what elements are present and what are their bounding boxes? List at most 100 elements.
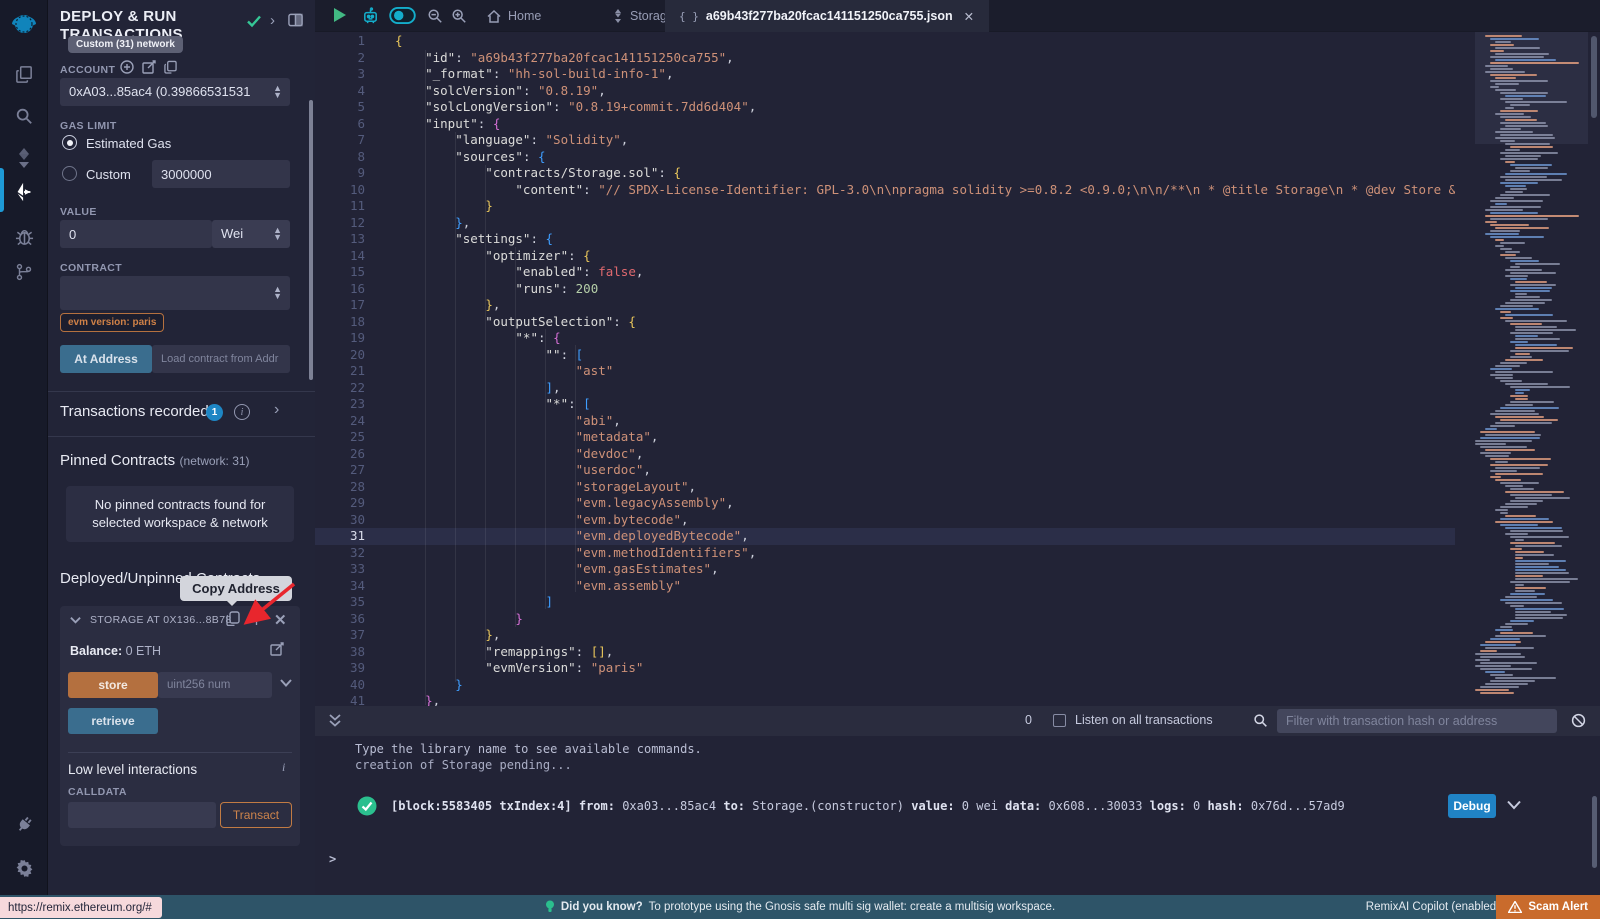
listen-label: Listen on all transactions xyxy=(1075,713,1213,727)
edit-balance-icon[interactable] xyxy=(270,642,284,656)
copilot-toggle[interactable] xyxy=(389,7,416,29)
contract-select[interactable]: ▲▼ xyxy=(60,276,290,310)
json-file-icon: { } xyxy=(679,10,699,23)
editor-toolbar: Home Storage.sol { } a69b43f277ba20fcac1… xyxy=(315,0,1600,32)
divider xyxy=(48,436,315,437)
calldata-label: CALLDATA xyxy=(68,786,127,798)
listen-checkbox[interactable] xyxy=(1053,714,1066,727)
add-account-icon[interactable] xyxy=(120,60,134,74)
debugger-bug-icon[interactable] xyxy=(0,218,48,254)
store-button[interactable]: store xyxy=(68,672,158,698)
contract-select-stepper[interactable]: ▲▼ xyxy=(273,286,282,300)
panel-scrollbar[interactable] xyxy=(309,100,313,380)
minimap[interactable] xyxy=(1475,35,1588,703)
store-expand-chevron-icon[interactable] xyxy=(280,679,292,687)
solidity-file-icon xyxy=(613,9,623,23)
code-editor[interactable]: 1234567891011121314151617181920212223242… xyxy=(315,32,1600,706)
contract-label: CONTRACT xyxy=(60,262,122,274)
run-script-play-icon[interactable] xyxy=(333,7,347,28)
scam-alert-badge[interactable]: Scam Alert xyxy=(1496,895,1600,919)
account-select[interactable]: 0xA03...85ac4 (0.39866531531 ▲▼ xyxy=(60,78,290,106)
search-icon[interactable] xyxy=(0,98,48,134)
copy-account-icon[interactable] xyxy=(164,60,177,74)
icon-rail xyxy=(0,0,48,895)
gas-custom-label: Custom xyxy=(86,167,131,182)
tx-expand-chevron-icon[interactable] xyxy=(1507,800,1521,810)
account-select-stepper[interactable]: ▲▼ xyxy=(273,85,282,99)
gas-estimated-radio[interactable] xyxy=(62,135,77,155)
tx-success-check-icon xyxy=(357,796,377,819)
value-input[interactable] xyxy=(60,220,212,248)
store-arg-input[interactable] xyxy=(158,672,272,698)
terminal-msg-1: Type the library name to see available c… xyxy=(355,742,702,756)
load-contract-input[interactable] xyxy=(152,345,290,373)
transactions-expand-chevron-icon[interactable]: › xyxy=(274,401,279,419)
deployed-contract-card: STORAGE AT 0X136...8B78 ✕ Balance: 0 ETH… xyxy=(60,606,300,846)
value-unit-stepper[interactable]: ▲▼ xyxy=(273,227,282,241)
transact-button[interactable]: Transact xyxy=(220,802,292,828)
editor-code: { "id": "a69b43f277ba20fcac141151250ca75… xyxy=(395,33,1455,706)
panel-layout-icon[interactable] xyxy=(288,13,303,27)
value-unit-select[interactable]: Wei ▲▼ xyxy=(212,220,290,248)
pinned-empty-card: No pinned contracts found for selected w… xyxy=(66,486,294,542)
lightbulb-icon xyxy=(545,900,555,914)
gas-limit-label: GAS LIMIT xyxy=(60,120,117,132)
divider xyxy=(68,752,292,753)
collapse-terminal-chevrons-icon[interactable] xyxy=(329,714,341,728)
transactions-info-icon[interactable]: i xyxy=(234,404,250,420)
lowlevel-info-icon[interactable]: i xyxy=(282,760,285,775)
status-bar: Did you know? To prototype using the Gno… xyxy=(0,895,1600,919)
debug-button[interactable]: Debug xyxy=(1448,794,1496,818)
terminal-search-icon[interactable] xyxy=(1253,713,1268,728)
deploy-run-panel: DEPLOY & RUN TRANSACTIONS › Custom (31) … xyxy=(48,0,315,895)
terminal-msg-2: creation of Storage pending... xyxy=(355,758,572,772)
transactions-count-badge: 1 xyxy=(206,404,223,421)
clear-console-ban-icon[interactable] xyxy=(1571,713,1586,728)
lowlevel-title: Low level interactions xyxy=(68,762,197,777)
panel-expand-chevron-icon[interactable]: › xyxy=(270,12,275,29)
terminal-header: 0 Listen on all transactions xyxy=(315,706,1600,736)
editor-gutter: 1234567891011121314151617181920212223242… xyxy=(315,33,379,706)
transactions-recorded-label: Transactions recorded xyxy=(60,403,209,420)
retrieve-button[interactable]: retrieve xyxy=(68,708,158,734)
ai-assistant-robot-icon[interactable] xyxy=(361,6,380,30)
git-branch-icon[interactable] xyxy=(0,254,48,290)
tab-home[interactable]: Home xyxy=(473,0,556,32)
solidity-compiler-icon[interactable] xyxy=(0,140,48,176)
instance-balance: Balance: 0 ETH xyxy=(70,644,161,658)
remix-logo-icon[interactable] xyxy=(0,6,48,46)
edit-account-icon[interactable] xyxy=(142,60,156,74)
network-badge: Custom (31) network xyxy=(68,36,183,53)
account-label: ACCOUNT xyxy=(60,64,115,76)
gas-estimated-label: Estimated Gas xyxy=(86,136,171,151)
zoom-out-icon[interactable] xyxy=(427,8,443,24)
did-you-know-tip: Did you know? To prototype using the Gno… xyxy=(0,900,1600,914)
copilot-status[interactable]: RemixAI Copilot (enabled) xyxy=(1366,895,1500,919)
deploy-run-icon[interactable] xyxy=(0,172,48,212)
zoom-in-icon[interactable] xyxy=(451,8,467,24)
at-address-button[interactable]: At Address xyxy=(60,345,152,373)
file-explorer-icon[interactable] xyxy=(0,56,48,92)
plugin-manager-plug-icon[interactable] xyxy=(0,806,48,842)
divider xyxy=(48,391,315,392)
pinned-contracts-title: Pinned Contracts (network: 31) xyxy=(60,452,250,470)
instance-collapse-chevron-icon[interactable] xyxy=(70,616,81,624)
close-tab-icon[interactable]: ✕ xyxy=(964,9,974,24)
gas-custom-radio[interactable] xyxy=(62,166,77,186)
calldata-input[interactable] xyxy=(68,802,216,828)
warning-triangle-icon xyxy=(1508,901,1522,913)
terminal-filter-input[interactable] xyxy=(1277,709,1557,733)
remix-ide: DEPLOY & RUN TRANSACTIONS › Custom (31) … xyxy=(0,0,1600,919)
tab-json-build-info[interactable]: { } a69b43f277ba20fcac141151250ca755.jso… xyxy=(665,0,989,32)
settings-gear-icon[interactable] xyxy=(0,850,48,886)
transaction-log-line[interactable]: [block:5583405 txIndex:4] from: 0xa03...… xyxy=(391,799,1345,813)
terminal-scrollbar[interactable] xyxy=(1592,796,1597,868)
gas-custom-input[interactable] xyxy=(152,160,290,188)
listen-count: 0 xyxy=(1025,713,1032,727)
link-preview-url: https://remix.ethereum.org/# xyxy=(0,897,162,918)
terminal-prompt[interactable]: > xyxy=(329,852,336,866)
annotation-red-arrow xyxy=(238,580,298,628)
editor-scrollbar[interactable] xyxy=(1591,36,1597,118)
instance-title: STORAGE AT 0X136...8B78 xyxy=(90,614,232,626)
terminal[interactable]: Type the library name to see available c… xyxy=(315,736,1600,895)
